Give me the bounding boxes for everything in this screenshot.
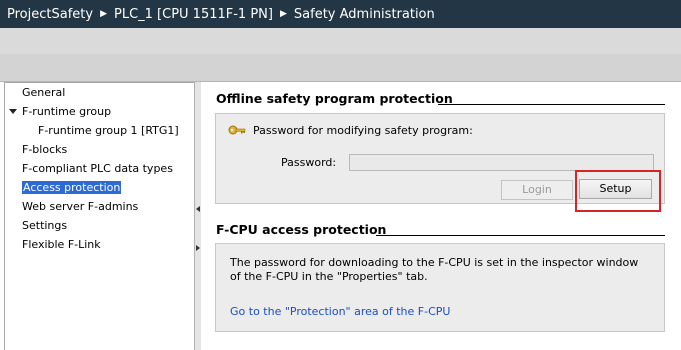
password-prompt-label: Password for modifying safety program: — [253, 124, 473, 137]
nav-item-web-server-f-admins[interactable]: Web server F-admins — [22, 198, 138, 215]
breadcrumb-page: Safety Administration — [293, 6, 435, 22]
nav-item-f-runtime-group-1[interactable]: F-runtime group 1 [RTG1] — [38, 122, 179, 139]
editor-toolbar-secondary — [0, 54, 681, 82]
breadcrumb: ProjectSafety ▶ PLC_1 [CPU 1511F-1 PN] ▶… — [0, 0, 681, 28]
main-content: Offline safety program protection Passwo… — [201, 82, 681, 350]
expand-right-icon[interactable] — [196, 245, 200, 251]
nav-item-f-compliant-plc-data-types[interactable]: F-compliant PLC data types — [22, 160, 173, 177]
pane-splitter[interactable] — [194, 82, 201, 350]
section-divider — [438, 104, 665, 105]
login-button[interactable]: Login — [501, 180, 573, 200]
breadcrumb-separator-icon: ▶ — [100, 9, 107, 19]
nav-item-access-protection[interactable]: Access protection — [22, 179, 122, 196]
nav-item-f-runtime-group[interactable]: F-runtime group — [22, 103, 111, 120]
navigation-tree: General F-runtime group F-runtime group … — [4, 82, 194, 350]
fcpu-protection-title: F-CPU access protection — [216, 222, 387, 237]
nav-item-settings[interactable]: Settings — [22, 217, 67, 234]
nav-item-f-blocks[interactable]: F-blocks — [22, 141, 67, 158]
expand-arrow-icon[interactable] — [9, 109, 17, 114]
section-divider — [376, 235, 665, 236]
go-to-protection-link[interactable]: Go to the "Protection" area of the F-CPU — [230, 305, 450, 318]
collapse-left-icon[interactable] — [196, 206, 200, 212]
nav-item-flexible-f-link[interactable]: Flexible F-Link — [22, 236, 101, 253]
password-field[interactable] — [349, 154, 654, 171]
editor-toolbar — [0, 28, 681, 54]
setup-highlight-box — [575, 170, 661, 212]
breadcrumb-separator-icon: ▶ — [279, 9, 287, 19]
nav-item-general[interactable]: General — [22, 84, 65, 101]
breadcrumb-project[interactable]: ProjectSafety — [7, 7, 93, 22]
fcpu-protection-panel: The password for downloading to the F-CP… — [215, 243, 665, 332]
breadcrumb-device[interactable]: PLC_1 [CPU 1511F-1 PN] — [114, 7, 273, 22]
password-label: Password: — [281, 156, 337, 169]
fcpu-protection-description: The password for downloading to the F-CP… — [230, 256, 639, 283]
key-icon — [228, 125, 246, 135]
offline-protection-title: Offline safety program protection — [216, 91, 453, 106]
